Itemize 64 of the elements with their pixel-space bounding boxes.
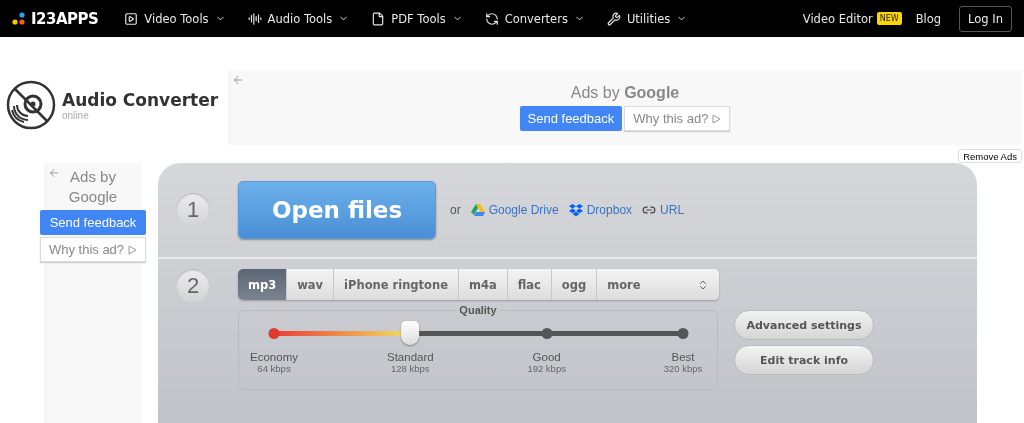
bitrate-label: 128 kbps bbox=[390, 363, 431, 374]
format-tab[interactable]: mp3 bbox=[238, 269, 288, 300]
document-icon bbox=[371, 11, 386, 26]
settings-button[interactable]: Edit track info bbox=[734, 345, 874, 375]
nav-link[interactable]: Video Editor bbox=[802, 11, 873, 26]
login-button[interactable]: Log In bbox=[959, 5, 1012, 32]
waveform-icon bbox=[247, 11, 262, 26]
logo-dots-icon bbox=[12, 11, 26, 26]
slider-stop bbox=[268, 327, 280, 339]
or-label: or bbox=[450, 203, 461, 217]
drive-icon bbox=[470, 204, 485, 216]
quality-slider-track[interactable] bbox=[268, 321, 689, 345]
site-logo[interactable]: I23APPS bbox=[31, 9, 99, 28]
ads-by-google: Ads by Google bbox=[68, 167, 118, 206]
format-tab[interactable]: wav bbox=[287, 269, 335, 300]
play-icon bbox=[712, 113, 722, 124]
quality-stop-label: Best bbox=[670, 351, 696, 363]
bitrate-label: 320 kbps bbox=[663, 363, 703, 374]
back-arrow-icon[interactable] bbox=[48, 167, 60, 179]
quality-title: Quality bbox=[455, 304, 501, 316]
slider-stop bbox=[677, 327, 689, 339]
step-number: 1 bbox=[176, 193, 210, 227]
why-this-ad-button[interactable]: Why this ad? bbox=[624, 106, 731, 131]
remove-ads-button[interactable]: Remove Ads bbox=[958, 149, 1022, 163]
why-this-ad-button[interactable]: Why this ad? bbox=[39, 237, 147, 262]
play-icon bbox=[128, 244, 138, 255]
dropbox-icon bbox=[568, 203, 583, 217]
nav-menu-item[interactable]: Audio Tools bbox=[247, 11, 350, 26]
new-badge: NEW bbox=[876, 12, 902, 25]
format-tab[interactable]: m4a bbox=[459, 269, 508, 300]
source-link[interactable]: Dropbox bbox=[568, 203, 633, 217]
back-arrow-icon[interactable] bbox=[232, 74, 244, 86]
nav-menu-item[interactable]: Converters bbox=[484, 11, 585, 26]
quality-stop-label: Standard bbox=[387, 351, 434, 363]
app-title: Audio Converter bbox=[62, 89, 219, 110]
link-icon bbox=[642, 203, 657, 217]
updown-icon bbox=[697, 278, 709, 291]
nav-menu-item[interactable]: Utilities bbox=[606, 11, 688, 26]
nav-menu-item[interactable]: Video Tools bbox=[124, 11, 226, 26]
format-tab[interactable]: ogg bbox=[551, 269, 598, 300]
format-tab[interactable]: iPhone ringtone bbox=[334, 269, 459, 300]
bitrate-label: 192 kbps bbox=[527, 363, 566, 374]
settings-button[interactable]: Advanced settings bbox=[734, 310, 874, 340]
nav-menu-item[interactable]: PDF Tools bbox=[371, 11, 463, 26]
slider-stop bbox=[541, 327, 553, 339]
wrench-icon bbox=[606, 11, 621, 26]
send-feedback-button[interactable]: Send feedback bbox=[519, 106, 623, 131]
video-icon bbox=[124, 11, 139, 26]
disc-logo-icon bbox=[6, 80, 56, 130]
slider-thumb[interactable] bbox=[401, 321, 420, 345]
bitrate-label: 64 kbps bbox=[256, 363, 292, 374]
app-subtitle: online bbox=[62, 109, 90, 121]
refresh-icon bbox=[484, 11, 499, 26]
source-link[interactable]: URL bbox=[642, 203, 685, 217]
open-files-button[interactable]: Open files bbox=[238, 181, 436, 239]
source-link[interactable]: Google Drive bbox=[470, 203, 559, 217]
quality-stop-label: Good bbox=[531, 351, 562, 363]
ads-by-google: Ads by Google bbox=[570, 84, 680, 102]
nav-link[interactable]: Blog bbox=[915, 11, 942, 26]
format-tab[interactable]: flac bbox=[507, 269, 552, 300]
send-feedback-button[interactable]: Send feedback bbox=[39, 210, 147, 235]
more-formats-dropdown[interactable]: more bbox=[597, 269, 719, 300]
step-number: 2 bbox=[176, 269, 210, 303]
quality-stop-label: Economy bbox=[250, 351, 298, 363]
